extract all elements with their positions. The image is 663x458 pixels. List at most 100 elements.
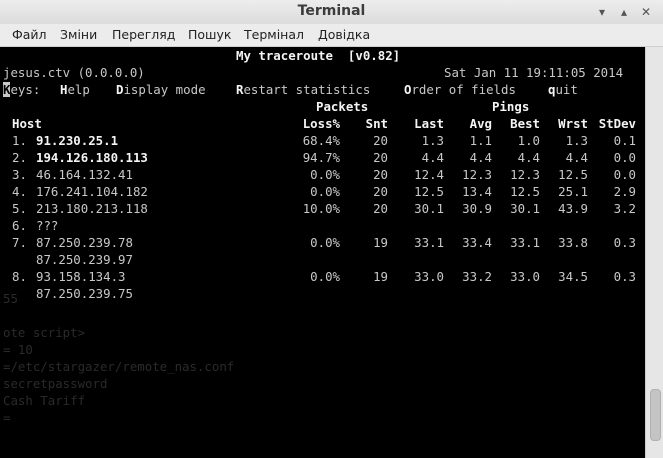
keys-line: Keys: bbox=[3, 82, 41, 97]
hop-best: 1.0 bbox=[517, 133, 540, 148]
hop-avg: 1.1 bbox=[469, 133, 492, 148]
key-help[interactable]: Help bbox=[60, 81, 90, 98]
residual-line: ote script> bbox=[3, 325, 86, 340]
hop-host: 176.241.104.182 bbox=[36, 184, 148, 199]
hop-loss: 0.0% bbox=[310, 269, 340, 284]
menu-search[interactable]: Пошук bbox=[188, 27, 231, 42]
hop-snt: 20 bbox=[373, 167, 388, 182]
key-quit[interactable]: quit bbox=[548, 81, 578, 98]
hop-loss: 68.4% bbox=[302, 133, 340, 148]
menu-terminal[interactable]: Термінал bbox=[244, 27, 304, 42]
hop-wrst: 1.3 bbox=[565, 133, 588, 148]
hop-avg: 33.4 bbox=[462, 235, 492, 250]
hop-alt-host: 87.250.239.97 bbox=[36, 252, 133, 267]
hop-snt: 20 bbox=[373, 201, 388, 216]
hop-number: 1. bbox=[12, 133, 27, 148]
hop-host: 91.230.25.1 bbox=[36, 133, 119, 148]
hop-wrst: 43.9 bbox=[558, 201, 588, 216]
hop-last: 1.3 bbox=[421, 133, 444, 148]
hop-avg: 13.4 bbox=[462, 184, 492, 199]
hop-snt: 20 bbox=[373, 133, 388, 148]
timestamp: Sat Jan 11 19:11:05 2014 bbox=[444, 65, 624, 80]
hop-stdev: 0.3 bbox=[613, 269, 636, 284]
hop-loss: 10.0% bbox=[302, 201, 340, 216]
terminal-area[interactable]: 55 ote script> = 10 =/etc/stargazer/remo… bbox=[0, 47, 645, 458]
scrollbar-thumb[interactable] bbox=[650, 389, 661, 441]
residual-line: =/etc/stargazer/remote_nas.conf bbox=[3, 359, 235, 374]
hop-best: 12.5 bbox=[510, 184, 540, 199]
menu-bar: Файл Зміни Перегляд Пошук Термінал Довід… bbox=[0, 24, 663, 47]
hop-avg: 12.3 bbox=[462, 167, 492, 182]
mtr-heading: My traceroute [v0.82] bbox=[236, 48, 401, 63]
residual-line: Cash Tariff bbox=[3, 393, 86, 408]
hop-number: 7. bbox=[12, 235, 27, 250]
menu-view[interactable]: Перегляд bbox=[112, 27, 175, 42]
hop-loss: 0.0% bbox=[310, 235, 340, 250]
hop-last: 33.0 bbox=[414, 269, 444, 284]
hop-snt: 20 bbox=[373, 184, 388, 199]
hop-host: 87.250.239.78 bbox=[36, 235, 133, 250]
hop-wrst: 4.4 bbox=[565, 150, 588, 165]
col-header-host: Host bbox=[12, 116, 42, 131]
col-header-best: Best bbox=[510, 116, 540, 131]
menu-help[interactable]: Довідка bbox=[318, 27, 370, 42]
hop-best: 30.1 bbox=[510, 201, 540, 216]
hop-stdev: 0.0 bbox=[613, 167, 636, 182]
key-order-of-fields[interactable]: Order of fields bbox=[404, 81, 516, 98]
hop-host: ??? bbox=[36, 218, 59, 233]
col-header-avg: Avg bbox=[469, 116, 492, 131]
hop-wrst: 12.5 bbox=[558, 167, 588, 182]
hop-best: 33.0 bbox=[510, 269, 540, 284]
packets-header: Packets bbox=[316, 99, 369, 114]
maximize-icon[interactable]: ▴ bbox=[616, 4, 632, 20]
minimize-icon[interactable]: ▾ bbox=[594, 4, 610, 20]
title-bar: Terminal ▾ ▴ ✕ bbox=[0, 0, 663, 25]
hop-best: 12.3 bbox=[510, 167, 540, 182]
close-icon[interactable]: ✕ bbox=[638, 4, 654, 20]
hop-alt-host: 87.250.239.75 bbox=[36, 286, 133, 301]
hop-wrst: 33.8 bbox=[558, 235, 588, 250]
hop-stdev: 0.3 bbox=[613, 235, 636, 250]
hop-wrst: 34.5 bbox=[558, 269, 588, 284]
hop-snt: 19 bbox=[373, 269, 388, 284]
menu-file[interactable]: Файл bbox=[12, 27, 47, 42]
hop-last: 4.4 bbox=[421, 150, 444, 165]
pings-header: Pings bbox=[492, 99, 530, 114]
hop-snt: 20 bbox=[373, 150, 388, 165]
hop-last: 30.1 bbox=[414, 201, 444, 216]
residual-line: = bbox=[3, 410, 11, 425]
col-header-wrst: Wrst bbox=[558, 116, 588, 131]
residual-line: secretpassword bbox=[3, 376, 108, 391]
hop-avg: 33.2 bbox=[462, 269, 492, 284]
hop-stdev: 3.2 bbox=[613, 201, 636, 216]
residual-line: = 10 bbox=[3, 342, 33, 357]
hop-stdev: 0.0 bbox=[613, 150, 636, 165]
hop-stdev: 0.1 bbox=[613, 133, 636, 148]
hop-last: 12.4 bbox=[414, 167, 444, 182]
hop-number: 2. bbox=[12, 150, 27, 165]
vertical-scrollbar[interactable] bbox=[645, 47, 663, 458]
col-header-loss: Loss% bbox=[302, 116, 340, 131]
terminal-window: Terminal ▾ ▴ ✕ Файл Зміни Перегляд Пошук… bbox=[0, 0, 663, 458]
hop-host: 93.158.134.3 bbox=[36, 269, 126, 284]
col-header-stdev: StDev bbox=[598, 116, 636, 131]
hop-best: 4.4 bbox=[517, 150, 540, 165]
key-restart-statistics[interactable]: Restart statistics bbox=[236, 81, 370, 98]
col-header-snt: Snt bbox=[365, 116, 388, 131]
hop-stdev: 2.9 bbox=[613, 184, 636, 199]
hop-number: 4. bbox=[12, 184, 27, 199]
hop-host: 46.164.132.41 bbox=[36, 167, 133, 182]
key-display-mode[interactable]: Display mode bbox=[116, 81, 206, 98]
hop-loss: 94.7% bbox=[302, 150, 340, 165]
hop-host: 213.180.213.118 bbox=[36, 201, 148, 216]
menu-edit[interactable]: Зміни bbox=[60, 27, 97, 42]
hop-avg: 4.4 bbox=[469, 150, 492, 165]
hop-host: 194.126.180.113 bbox=[36, 150, 148, 165]
hop-loss: 0.0% bbox=[310, 184, 340, 199]
hop-last: 12.5 bbox=[414, 184, 444, 199]
hop-snt: 19 bbox=[373, 235, 388, 250]
hop-number: 8. bbox=[12, 269, 27, 284]
hop-number: 3. bbox=[12, 167, 27, 182]
hop-loss: 0.0% bbox=[310, 167, 340, 182]
col-header-last: Last bbox=[414, 116, 444, 131]
